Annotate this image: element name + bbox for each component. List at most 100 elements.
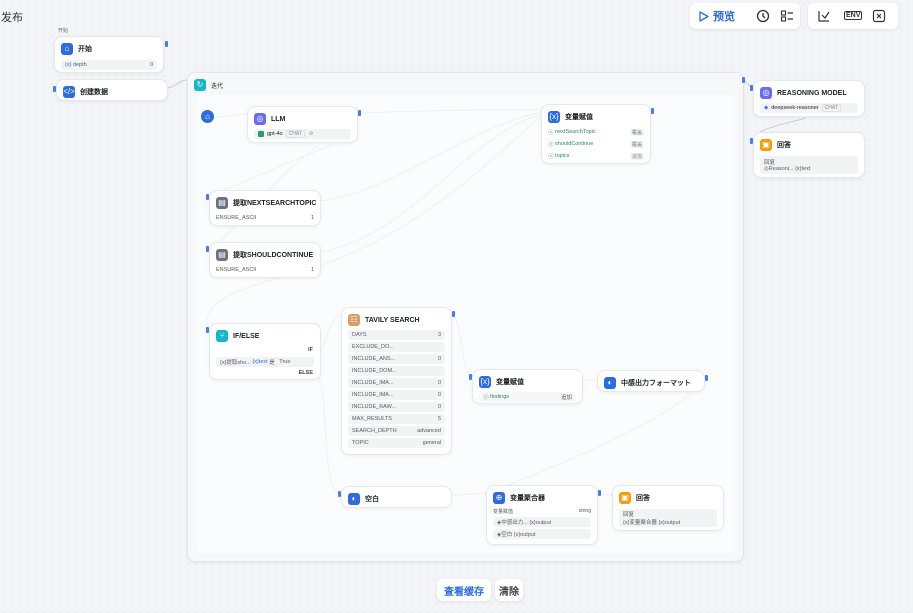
- env-button[interactable]: ENV: [844, 11, 863, 20]
- answer-node-1[interactable]: ▣ 回答 回复 {x}变量聚合器 {x}output: [612, 485, 724, 531]
- empty-node[interactable]: ◐ 空白: [341, 486, 452, 508]
- view-cache-button[interactable]: 查看缓存: [437, 579, 491, 601]
- answer1-title: 回答: [636, 495, 650, 502]
- start-caption: 开始: [58, 28, 69, 34]
- create-data-input-port[interactable]: [53, 86, 56, 92]
- answer2-label: 回复: [764, 160, 776, 166]
- aggregator-output-port[interactable]: [598, 490, 601, 496]
- answer1-value: {x}变量聚合器 {x}output: [623, 520, 681, 526]
- checklist-icon[interactable]: [780, 9, 794, 28]
- param-name: MAX_RESULTS: [352, 416, 392, 422]
- clear-button[interactable]: 清除: [495, 579, 523, 601]
- param-name: INCLUDE_DOM...: [352, 368, 397, 374]
- assign2-op: 追加: [560, 395, 572, 401]
- if-else-node[interactable]: ⑂ IF/ELSE IF {x}提取sho... {x}text 是 True E…: [209, 323, 321, 380]
- variable-icon: ⓥ: [548, 154, 554, 160]
- assign1-var-name: shouldContinue: [555, 141, 594, 147]
- deepseek-icon: ◆: [764, 105, 769, 111]
- variable-name: depth: [72, 62, 87, 68]
- extract-should-input-port[interactable]: [206, 246, 209, 252]
- format-output-port[interactable]: [705, 375, 708, 381]
- llm-model-tag: CHAT: [285, 130, 305, 138]
- extract-next-input-port[interactable]: [206, 194, 209, 200]
- variable-assign-node-2[interactable]: {x} 变量赋值 ⓥ findings 追加: [472, 369, 583, 404]
- assign2-input-port[interactable]: [469, 374, 472, 380]
- param-name: DAYS: [352, 332, 367, 338]
- assign2-row: ⓥ findings 追加: [479, 392, 576, 402]
- assign1-op: 覆盖: [629, 128, 644, 136]
- llm-model-row[interactable]: gpt-4o CHAT ⊘: [254, 129, 351, 139]
- iteration-title: 迭代: [211, 83, 224, 90]
- assign1-row: ⓥ shouldContinue 覆盖: [548, 139, 644, 149]
- assign1-row: ⓥ topics 追加: [548, 151, 644, 161]
- aggregator-item-text: ◈空白 {x}output: [497, 532, 536, 538]
- home-icon: ⌂: [61, 43, 73, 55]
- llm-output-port[interactable]: [358, 110, 361, 116]
- assign-icon: {x}: [548, 111, 560, 123]
- tavily-search-node[interactable]: ☷ TAVILY SEARCH DAYS 3 EXCLUDE_DO... INCLUDE…: [341, 307, 452, 455]
- if-label: IF: [308, 347, 313, 353]
- format-output-node[interactable]: ◐ 中感出力フォーマット: [597, 370, 705, 392]
- answer2-title: 回答: [777, 142, 791, 149]
- tavily-param-row: EXCLUDE_DO...: [348, 342, 445, 352]
- aggregator-item-text: ◈中感出力... {x}output: [497, 520, 552, 526]
- param-value: general: [422, 440, 441, 446]
- llm-node[interactable]: ◎ LLM gpt-4o CHAT ⊘: [247, 106, 358, 143]
- variable-icon: ⓥ: [483, 395, 489, 401]
- param-name: TOPIC: [352, 440, 369, 446]
- variable-assign-node-1[interactable]: {x} 变量赋值 ⓥ nextSearchTopic 覆盖 ⓥ shouldCon…: [541, 104, 651, 164]
- conversation-variable-icon[interactable]: [872, 9, 886, 28]
- param-value: 1: [310, 215, 314, 221]
- preview-label: 预览: [713, 11, 735, 23]
- param-name: INCLUDE_RAW...: [352, 404, 397, 410]
- param-name: SEARCH_DEPTH: [352, 428, 397, 434]
- code-icon: </>: [63, 86, 75, 98]
- variable-check-icon[interactable]: [817, 9, 831, 28]
- openai-icon: [258, 131, 264, 137]
- history-icon[interactable]: [756, 9, 770, 28]
- answer-node-2[interactable]: ▣ 回答 回复 ◎Reasoni... {x}text: [753, 132, 865, 178]
- start-output-port[interactable]: [165, 41, 168, 47]
- format-output-title: 中感出力フォーマット: [621, 380, 691, 387]
- variable-aggregator-node[interactable]: ⊕ 变量聚合器 变量赋值 string ◈中感出力... {x}output ◈空白…: [486, 485, 598, 545]
- llm-icon: ◎: [254, 113, 266, 125]
- param-name: INCLUDE_IMA...: [352, 392, 394, 398]
- condition-value: True: [279, 359, 291, 365]
- extract-should-node[interactable]: ▤ 提取SHOULDCONTINUE ENSURE_ASCII 1: [209, 242, 321, 278]
- preview-button[interactable]: 预览: [699, 8, 735, 24]
- variable-value: 0: [149, 62, 153, 68]
- aggregator-type: string: [578, 508, 591, 514]
- tavily-output-port[interactable]: [452, 311, 455, 317]
- reasoning-model-tag: CHAT: [821, 104, 841, 112]
- preview-toolbar: 预览: [690, 3, 800, 29]
- start-node[interactable]: ⌂ 开始 {x} depth 0: [54, 36, 164, 73]
- param-value: 0: [437, 356, 441, 362]
- param-name: INCLUDE_ANS...: [352, 356, 396, 362]
- tavily-param-row: MAX_RESULTS 5: [348, 414, 445, 424]
- param-value: 0: [437, 404, 441, 410]
- param-name: ENSURE_ASCII: [216, 215, 257, 221]
- reasoning-input-port[interactable]: [750, 85, 753, 91]
- iteration-output-port[interactable]: [742, 77, 745, 83]
- assign1-output-port[interactable]: [651, 108, 654, 114]
- blank-icon: ◐: [348, 493, 360, 505]
- reasoning-title: REASONING MODEL: [777, 89, 847, 97]
- if-else-input-port[interactable]: [206, 327, 209, 333]
- create-data-node[interactable]: </> 创建数据: [56, 79, 168, 101]
- extract-next-node[interactable]: ▤ 提取NEXTSEARCHTOPIC ENSURE_ASCII 1: [209, 190, 321, 226]
- param-value: 3: [437, 332, 441, 338]
- aggregator-label: 变量赋值: [493, 508, 514, 515]
- publish-label[interactable]: 发布: [1, 9, 23, 25]
- if-condition-row: {x}提取sho... {x}text 是 True: [216, 357, 314, 367]
- reasoning-model-row[interactable]: ◆ deepseek-reasoner CHAT: [760, 103, 858, 113]
- param-value: 1: [310, 267, 314, 273]
- assign-icon: {x}: [479, 376, 491, 388]
- answer1-label: 回复: [623, 512, 635, 518]
- aggregator-label-row: 变量赋值 string: [493, 506, 591, 516]
- answer2-input-port[interactable]: [750, 138, 753, 144]
- tavily-param-row: SEARCH_DEPTH advanced: [348, 426, 445, 436]
- reasoning-model-node[interactable]: ◎ REASONING MODEL ◆ deepseek-reasoner CHA…: [753, 80, 865, 117]
- empty-input-port[interactable]: [338, 491, 341, 497]
- create-data-title: 创建数据: [80, 89, 108, 96]
- answer2-content: 回复 ◎Reasoni... {x}text: [760, 156, 858, 174]
